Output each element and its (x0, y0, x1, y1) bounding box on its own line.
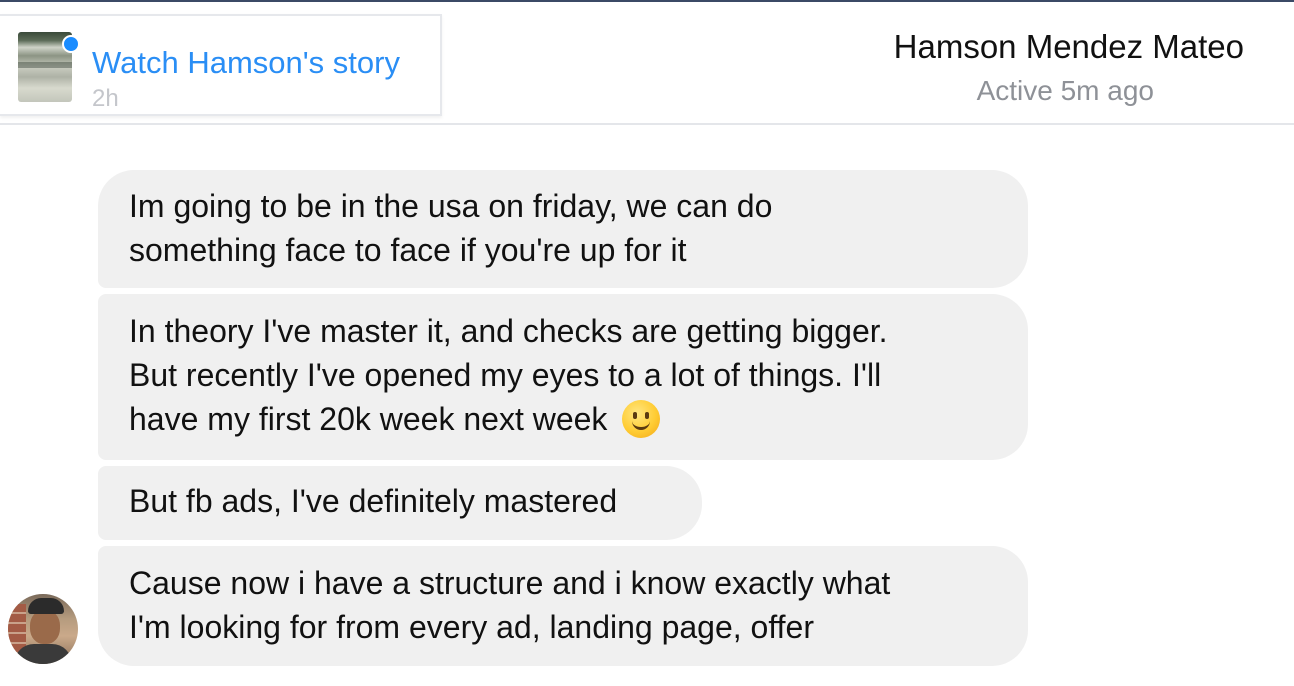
contact-active-status: Active 5m ago (976, 75, 1154, 106)
message-text-line: have my first 20k week next week (129, 401, 608, 437)
message-bubble[interactable]: But fb ads, I've definitely mastered (98, 466, 702, 540)
message-bubble[interactable]: Cause now i have a structure and i know … (98, 546, 1028, 666)
message-text-line: Cause now i have a structure and i know … (129, 565, 891, 601)
message-bubble[interactable]: Im going to be in the usa on friday, we … (98, 170, 1028, 288)
message-text-line: something face to face if you're up for … (129, 232, 687, 268)
sender-avatar[interactable] (8, 594, 78, 664)
contact-name[interactable]: Hamson Mendez Mateo (894, 28, 1244, 66)
unread-story-dot-icon (62, 35, 80, 53)
message-text-line-with-emoji: have my first 20k week next week (129, 397, 997, 441)
message-text-line: But recently I've opened my eyes to a lo… (129, 357, 882, 393)
smiling-face-emoji-icon (622, 400, 661, 438)
story-timestamp: 2h (92, 85, 119, 112)
message-text-line: In theory I've master it, and checks are… (129, 313, 888, 349)
header-divider (0, 123, 1294, 125)
message-text-line: Im going to be in the usa on friday, we … (129, 188, 773, 224)
message-text-line: But fb ads, I've definitely mastered (129, 483, 618, 519)
message-text-line: I'm looking for from every ad, landing p… (129, 609, 814, 645)
watch-story-link[interactable]: Watch Hamson's story (92, 45, 400, 81)
story-card[interactable]: Watch Hamson's story 2h (0, 14, 442, 116)
message-bubble[interactable]: In theory I've master it, and checks are… (98, 294, 1028, 460)
conversation-header: Watch Hamson's story 2h Hamson Mendez Ma… (0, 2, 1294, 124)
